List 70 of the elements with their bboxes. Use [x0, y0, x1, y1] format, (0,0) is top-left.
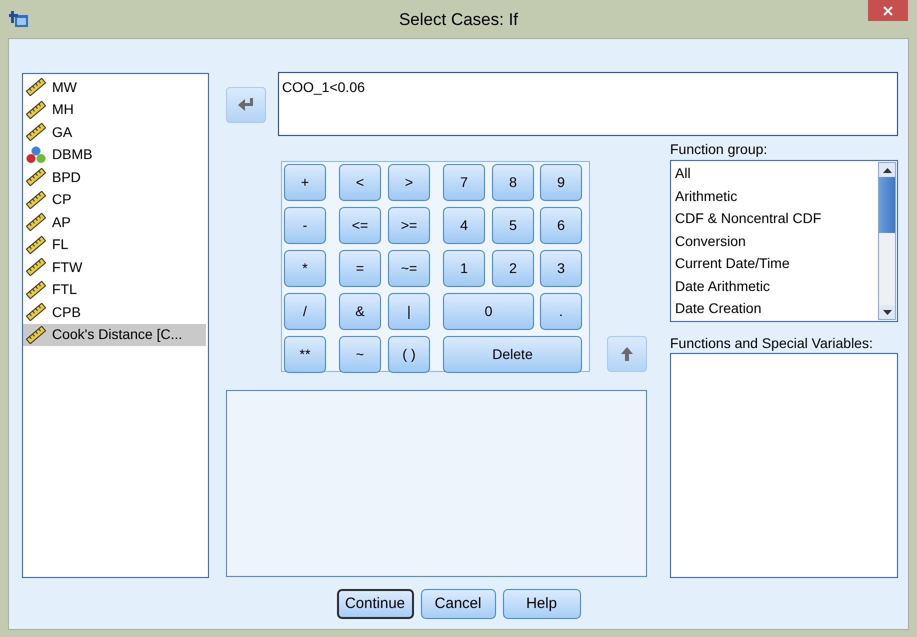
keypad-key[interactable]: / — [284, 293, 326, 330]
up-triangle-icon — [882, 168, 892, 172]
variable-item[interactable]: GA — [23, 121, 206, 144]
keypad-key[interactable]: 4 — [443, 207, 485, 244]
variable-item[interactable]: DBMB — [23, 144, 206, 166]
dialog-button[interactable]: Cancel — [420, 589, 496, 619]
variable-item[interactable]: Cook's Distance [C... — [23, 324, 206, 346]
down-triangle-icon — [882, 310, 892, 314]
function-group-item[interactable]: Date Arithmetic — [674, 274, 878, 297]
functions-label: Functions and Special Variables: — [670, 334, 874, 352]
variable-item[interactable]: MW — [23, 76, 206, 98]
keypad-key[interactable]: ( ) — [388, 336, 430, 373]
function-group-item[interactable]: Current Date/Time — [674, 252, 878, 274]
keypad-key[interactable]: & — [339, 293, 381, 330]
keypad-key[interactable]: < — [339, 164, 381, 201]
move-up-button[interactable] — [607, 336, 647, 372]
variable-list[interactable]: MW MH GA DBMB BPD CP AP FL FTW FTL CPB Cook's Distance [C... — [22, 73, 209, 578]
variable-item[interactable]: FTL — [23, 278, 206, 301]
close-button[interactable] — [868, 0, 908, 21]
keypad-key[interactable]: Delete — [443, 336, 582, 373]
keypad-key[interactable]: - — [284, 207, 326, 244]
keypad-key[interactable]: 3 — [540, 250, 582, 287]
variable-item[interactable]: CPB — [23, 301, 206, 324]
keypad-key[interactable]: + — [284, 164, 326, 201]
three-balls-icon — [26, 146, 46, 164]
keypad-key[interactable]: = — [339, 250, 381, 287]
variable-item[interactable]: FL — [23, 234, 206, 256]
scroll-thumb[interactable] — [879, 177, 895, 233]
scrollbar[interactable] — [878, 162, 896, 320]
window-title: Select Cases: If — [398, 9, 518, 32]
up-arrow-icon — [621, 347, 633, 361]
function-group-item[interactable]: Conversion — [674, 230, 878, 252]
keypad-key[interactable]: ~= — [388, 250, 430, 287]
bent-arrow-icon — [238, 98, 254, 112]
expression-field[interactable]: COO_1<0.06 — [278, 72, 898, 136]
keypad-key[interactable]: >= — [388, 207, 430, 244]
scroll-down-button[interactable] — [879, 305, 895, 319]
function-group-item[interactable]: Date Creation — [674, 297, 878, 320]
function-group-list[interactable]: All Arithmetic CDF & Noncentral CDF Conversion Current Date/Time Date Arithmetic Date Creation — [670, 160, 898, 322]
keypad-key[interactable]: 6 — [540, 207, 582, 244]
keypad-key[interactable]: 8 — [492, 164, 534, 201]
app-icon — [9, 8, 29, 28]
keypad-key[interactable]: | — [388, 293, 430, 330]
keypad-key[interactable]: ** — [284, 336, 326, 373]
move-into-expression-button[interactable] — [226, 87, 266, 123]
keypad-key[interactable]: . — [540, 293, 582, 330]
variable-item[interactable]: MH — [23, 98, 206, 121]
keypad-key[interactable]: ~ — [339, 336, 381, 373]
function-group-item[interactable]: All — [674, 162, 878, 184]
variable-item[interactable]: FTW — [23, 256, 206, 278]
ruler-icon — [26, 326, 46, 344]
variable-item[interactable]: BPD — [23, 166, 206, 188]
variable-item[interactable]: CP — [23, 188, 206, 211]
function-group-item[interactable]: CDF & Noncentral CDF — [674, 207, 878, 230]
keypad-key[interactable]: 7 — [443, 164, 485, 201]
variable-item[interactable]: AP — [23, 211, 206, 234]
keypad-key[interactable]: 2 — [492, 250, 534, 287]
function-group-item[interactable]: Arithmetic — [674, 184, 878, 207]
keypad-key[interactable]: 1 — [443, 250, 485, 287]
keypad-key[interactable]: 9 — [540, 164, 582, 201]
keypad-key[interactable]: <= — [339, 207, 381, 244]
dialog-button[interactable]: Continue — [336, 589, 414, 619]
keypad-key[interactable]: > — [388, 164, 430, 201]
keypad-key[interactable]: 5 — [492, 207, 534, 244]
dialog-button[interactable]: Help — [502, 589, 580, 619]
keypad-key[interactable]: * — [284, 250, 326, 287]
close-icon — [883, 6, 893, 16]
keypad-key[interactable]: 0 — [443, 293, 534, 330]
function-group-label: Function group: — [670, 140, 768, 158]
scroll-up-button[interactable] — [879, 163, 895, 177]
